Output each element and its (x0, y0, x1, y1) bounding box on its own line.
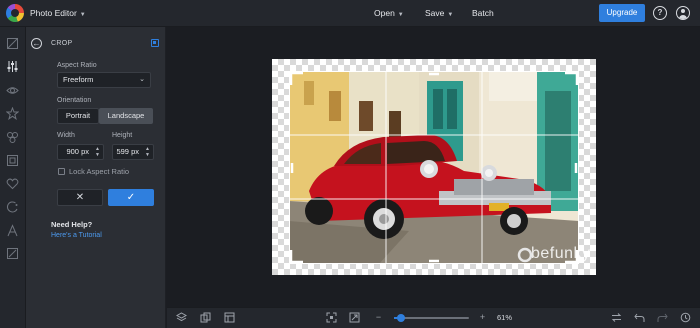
chevron-down-icon: ▼ (397, 12, 404, 18)
apply-button[interactable]: ✓ (108, 189, 154, 206)
slash-icon[interactable] (6, 247, 19, 260)
back-arrow-icon[interactable]: ← (31, 38, 42, 49)
chevron-down-icon: ▼ (447, 12, 454, 18)
history-icon[interactable] (680, 312, 691, 323)
lock-aspect-checkbox[interactable] (58, 168, 65, 175)
texture-icon[interactable] (6, 201, 19, 214)
batch-button[interactable]: Batch (472, 8, 494, 18)
landscape-button[interactable]: Landscape (99, 108, 153, 124)
aspect-ratio-label: Aspect Ratio (57, 62, 97, 69)
image-icon[interactable] (6, 37, 19, 50)
zoom-out-button[interactable]: − (373, 312, 384, 323)
expand-icon[interactable] (349, 312, 360, 323)
shapes-icon[interactable] (6, 131, 19, 144)
compare-icon[interactable] (611, 312, 622, 323)
portrait-button[interactable]: Portrait (57, 108, 99, 124)
panel-badge-icon[interactable] (151, 39, 159, 47)
redo-icon[interactable] (657, 312, 668, 323)
lock-aspect-label: Lock Aspect Ratio (69, 167, 130, 176)
aspect-ratio-select[interactable]: Freeform ⌄ (57, 72, 151, 88)
cancel-button[interactable]: ✕ (57, 189, 103, 206)
zoom-in-button[interactable]: + (477, 312, 488, 323)
chevron-down-icon: ▼ (79, 12, 86, 18)
height-label: Height (112, 132, 133, 139)
height-input[interactable]: 599 px ▲ ▼ (112, 144, 154, 160)
watermark: befunky (531, 245, 591, 262)
layers-icon[interactable] (175, 312, 188, 323)
grid-icon[interactable] (224, 312, 235, 323)
eye-icon[interactable] (6, 84, 19, 97)
open-menu[interactable]: Open ▼ (374, 8, 404, 18)
zoom-value: 61% (497, 313, 513, 322)
fit-screen-icon[interactable] (326, 312, 337, 323)
frame-icon[interactable] (6, 154, 19, 167)
app-logo[interactable] (6, 4, 24, 22)
undo-icon[interactable] (634, 312, 645, 323)
orientation-label: Orientation (57, 97, 92, 104)
adjust-sliders-icon[interactable] (6, 60, 19, 73)
duplicate-icon[interactable] (200, 312, 211, 323)
stepper-arrows-icon[interactable]: ▲ ▼ (145, 146, 150, 158)
tutorial-link[interactable]: Here's a Tutorial (51, 232, 102, 239)
panel-title: CROP (51, 40, 73, 47)
user-icon[interactable] (676, 6, 690, 20)
stepper-arrows-icon[interactable]: ▲ ▼ (95, 146, 100, 158)
upgrade-button[interactable]: Upgrade (599, 4, 645, 22)
app-title-menu[interactable]: Photo Editor ▼ (30, 8, 86, 18)
save-menu[interactable]: Save ▼ (425, 8, 453, 18)
need-help-heading: Need Help? (51, 220, 93, 229)
help-icon[interactable]: ? (653, 6, 667, 20)
text-icon[interactable] (6, 224, 19, 237)
tool-rail (0, 27, 26, 328)
heart-icon[interactable] (6, 177, 19, 190)
width-label: Width (57, 132, 75, 139)
photo-image (289, 71, 579, 264)
zoom-slider[interactable] (394, 314, 469, 322)
chevron-down-icon: ⌄ (139, 76, 145, 83)
star-icon[interactable] (5, 106, 20, 121)
top-bar: Photo Editor ▼ Open ▼ Save ▼ Batch Upgrade … (0, 0, 700, 27)
zoom-slider-handle[interactable] (397, 314, 405, 322)
width-input[interactable]: 900 px ▲ ▼ (57, 144, 104, 160)
